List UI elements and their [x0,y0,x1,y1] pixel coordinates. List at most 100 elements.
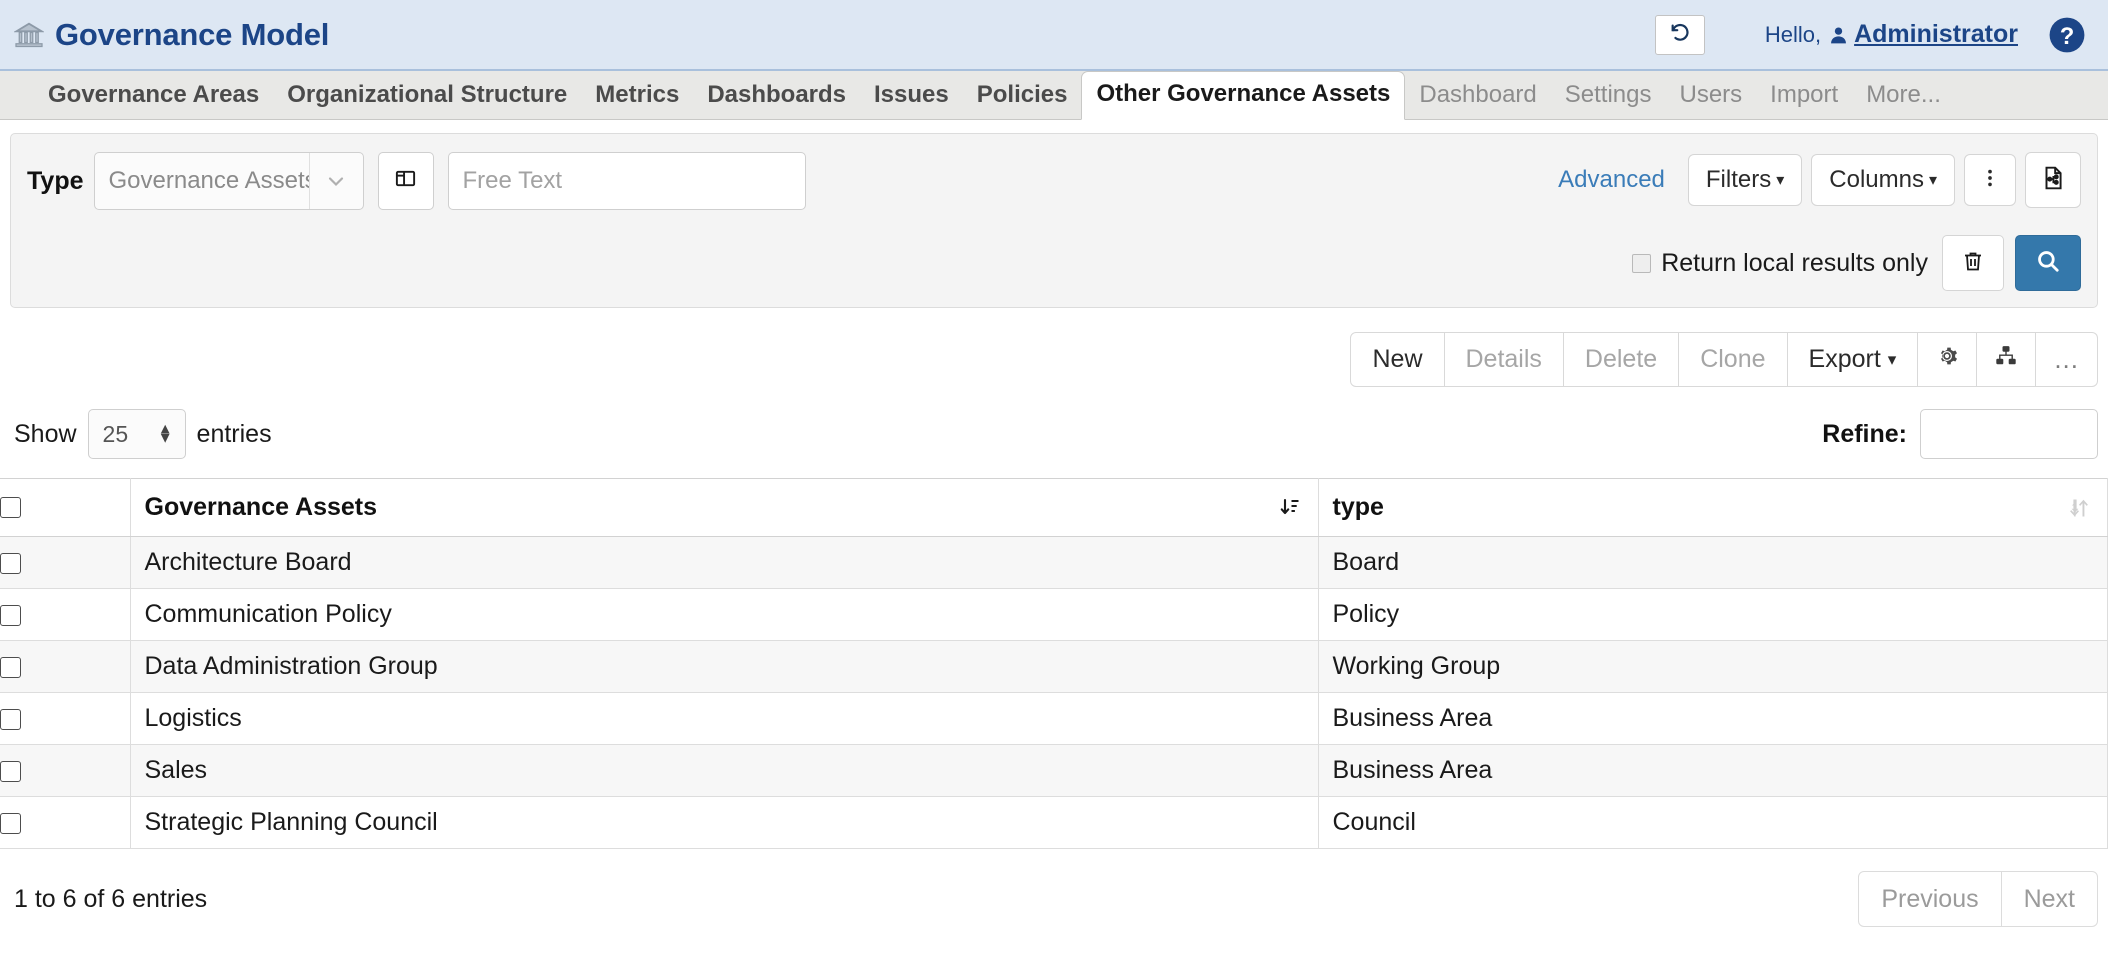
toolbar-more-button[interactable]: ... [2036,332,2098,387]
previous-page-button[interactable]: Previous [1858,871,2001,927]
table-row[interactable]: Sales Business Area [0,745,2108,797]
split-panel-icon [394,167,417,195]
new-button[interactable]: New [1350,332,1444,387]
entries-per-page-stepper[interactable]: 25 ▲▼ [88,409,186,459]
list-controls: Show 25 ▲▼ entries Refine: [0,387,2108,459]
nav-tab-import[interactable]: Import [1756,83,1852,119]
cell-type: Business Area [1318,693,2108,745]
user-name: Administrator [1854,20,2018,49]
cell-governance-asset: Strategic Planning Council [130,797,1318,849]
help-icon[interactable]: ? [2048,16,2086,54]
row-checkbox[interactable] [0,553,21,574]
settings-button[interactable] [1918,332,1977,387]
brand: Governance Model [14,17,329,53]
return-local-results-checkbox[interactable] [1632,254,1651,273]
nav-tab-settings[interactable]: Settings [1551,83,1666,119]
show-label: Show [14,420,77,449]
row-select-cell [0,537,130,589]
row-select-cell [0,589,130,641]
undo-button[interactable] [1655,15,1705,55]
nav-tab-governance-areas[interactable]: Governance Areas [34,83,273,119]
next-page-button[interactable]: Next [2002,871,2098,927]
entries-per-page-value: 25 [89,421,129,448]
nav-tab-issues[interactable]: Issues [860,83,963,119]
row-checkbox[interactable] [0,657,21,678]
bank-icon [14,20,44,50]
saved-search-button[interactable] [2025,152,2081,208]
cell-governance-asset: Architecture Board [130,537,1318,589]
app-header: Governance Model Hello, Administrator [0,0,2108,71]
main-navigation: Governance Areas Organizational Structur… [0,71,2108,120]
svg-text:?: ? [2060,22,2075,49]
nav-tab-dashboard[interactable]: Dashboard [1405,83,1550,119]
chevron-down-icon: ▾ [1776,170,1784,190]
stepper-arrows-icon: ▲▼ [158,425,173,444]
table-head: Governance Assets type [0,479,2108,537]
search-button[interactable] [2015,235,2081,291]
clear-search-button[interactable] [1942,235,2004,291]
filters-label: Filters [1706,166,1771,194]
cell-governance-asset: Sales [130,745,1318,797]
hierarchy-view-button[interactable] [1977,332,2036,387]
header-actions: Hello, Administrator ? [1655,15,2086,55]
split-panel-button[interactable] [378,152,434,210]
filters-button[interactable]: Filters ▾ [1688,154,1802,206]
cell-type: Policy [1318,589,2108,641]
nav-tab-organizational-structure[interactable]: Organizational Structure [273,83,581,119]
advanced-search-link[interactable]: Advanced [1558,166,1665,194]
columns-label: Columns [1829,166,1924,194]
entries-info: 1 to 6 of 6 entries [14,885,207,914]
type-select-value: Governance Assets [95,167,309,195]
document-flow-icon [2040,165,2066,196]
type-label: Type [27,167,84,196]
entries-label: entries [197,420,272,449]
search-more-button[interactable] [1964,154,2016,206]
nav-tab-users[interactable]: Users [1666,83,1757,119]
column-header-governance-assets[interactable]: Governance Assets [130,479,1318,537]
table-row[interactable]: Communication Policy Policy [0,589,2108,641]
free-text-input[interactable] [448,152,806,210]
row-checkbox[interactable] [0,761,21,782]
cell-type: Board [1318,537,2108,589]
nav-tab-dashboards[interactable]: Dashboards [693,83,860,119]
refine-label: Refine: [1822,420,1907,449]
table-footer: 1 to 6 of 6 entries Previous Next [0,849,2108,927]
columns-button[interactable]: Columns ▾ [1811,154,1955,206]
pagination: Previous Next [1858,871,2098,927]
user-link[interactable]: Administrator [1828,20,2018,49]
row-checkbox[interactable] [0,709,21,730]
cell-governance-asset: Data Administration Group [130,641,1318,693]
table-row[interactable]: Data Administration Group Working Group [0,641,2108,693]
cell-type: Working Group [1318,641,2108,693]
user-icon [1828,24,1849,45]
cell-type: Council [1318,797,2108,849]
select-all-checkbox[interactable] [0,497,21,518]
nav-tab-policies[interactable]: Policies [963,83,1082,119]
cell-governance-asset: Communication Policy [130,589,1318,641]
clone-button[interactable]: Clone [1679,332,1787,387]
results-table-wrap: Governance Assets type [0,478,2108,849]
delete-button[interactable]: Delete [1564,332,1679,387]
page-title: Governance Model [55,17,329,53]
row-checkbox[interactable] [0,605,21,626]
org-chart-icon [1994,344,2018,375]
refine-input[interactable] [1920,409,2098,459]
type-select[interactable]: Governance Assets [94,152,364,210]
nav-tab-metrics[interactable]: Metrics [581,83,693,119]
search-panel: Type Governance Assets Advanced Fil [10,133,2098,308]
sort-desc-icon [1278,496,1302,520]
column-header-type[interactable]: type [1318,479,2108,537]
table-row[interactable]: Architecture Board Board [0,537,2108,589]
export-button[interactable]: Export ▾ [1788,332,1919,387]
details-button[interactable]: Details [1445,332,1564,387]
nav-tab-more[interactable]: More... [1852,83,1955,119]
table-row[interactable]: Logistics Business Area [0,693,2108,745]
row-checkbox[interactable] [0,813,21,834]
table-row[interactable]: Strategic Planning Council Council [0,797,2108,849]
search-icon [2035,248,2061,279]
refine-control: Refine: [1822,409,2098,459]
row-select-cell [0,693,130,745]
sort-none-icon [2067,496,2091,520]
cell-governance-asset: Logistics [130,693,1318,745]
nav-tab-other-governance-assets[interactable]: Other Governance Assets [1081,71,1405,120]
